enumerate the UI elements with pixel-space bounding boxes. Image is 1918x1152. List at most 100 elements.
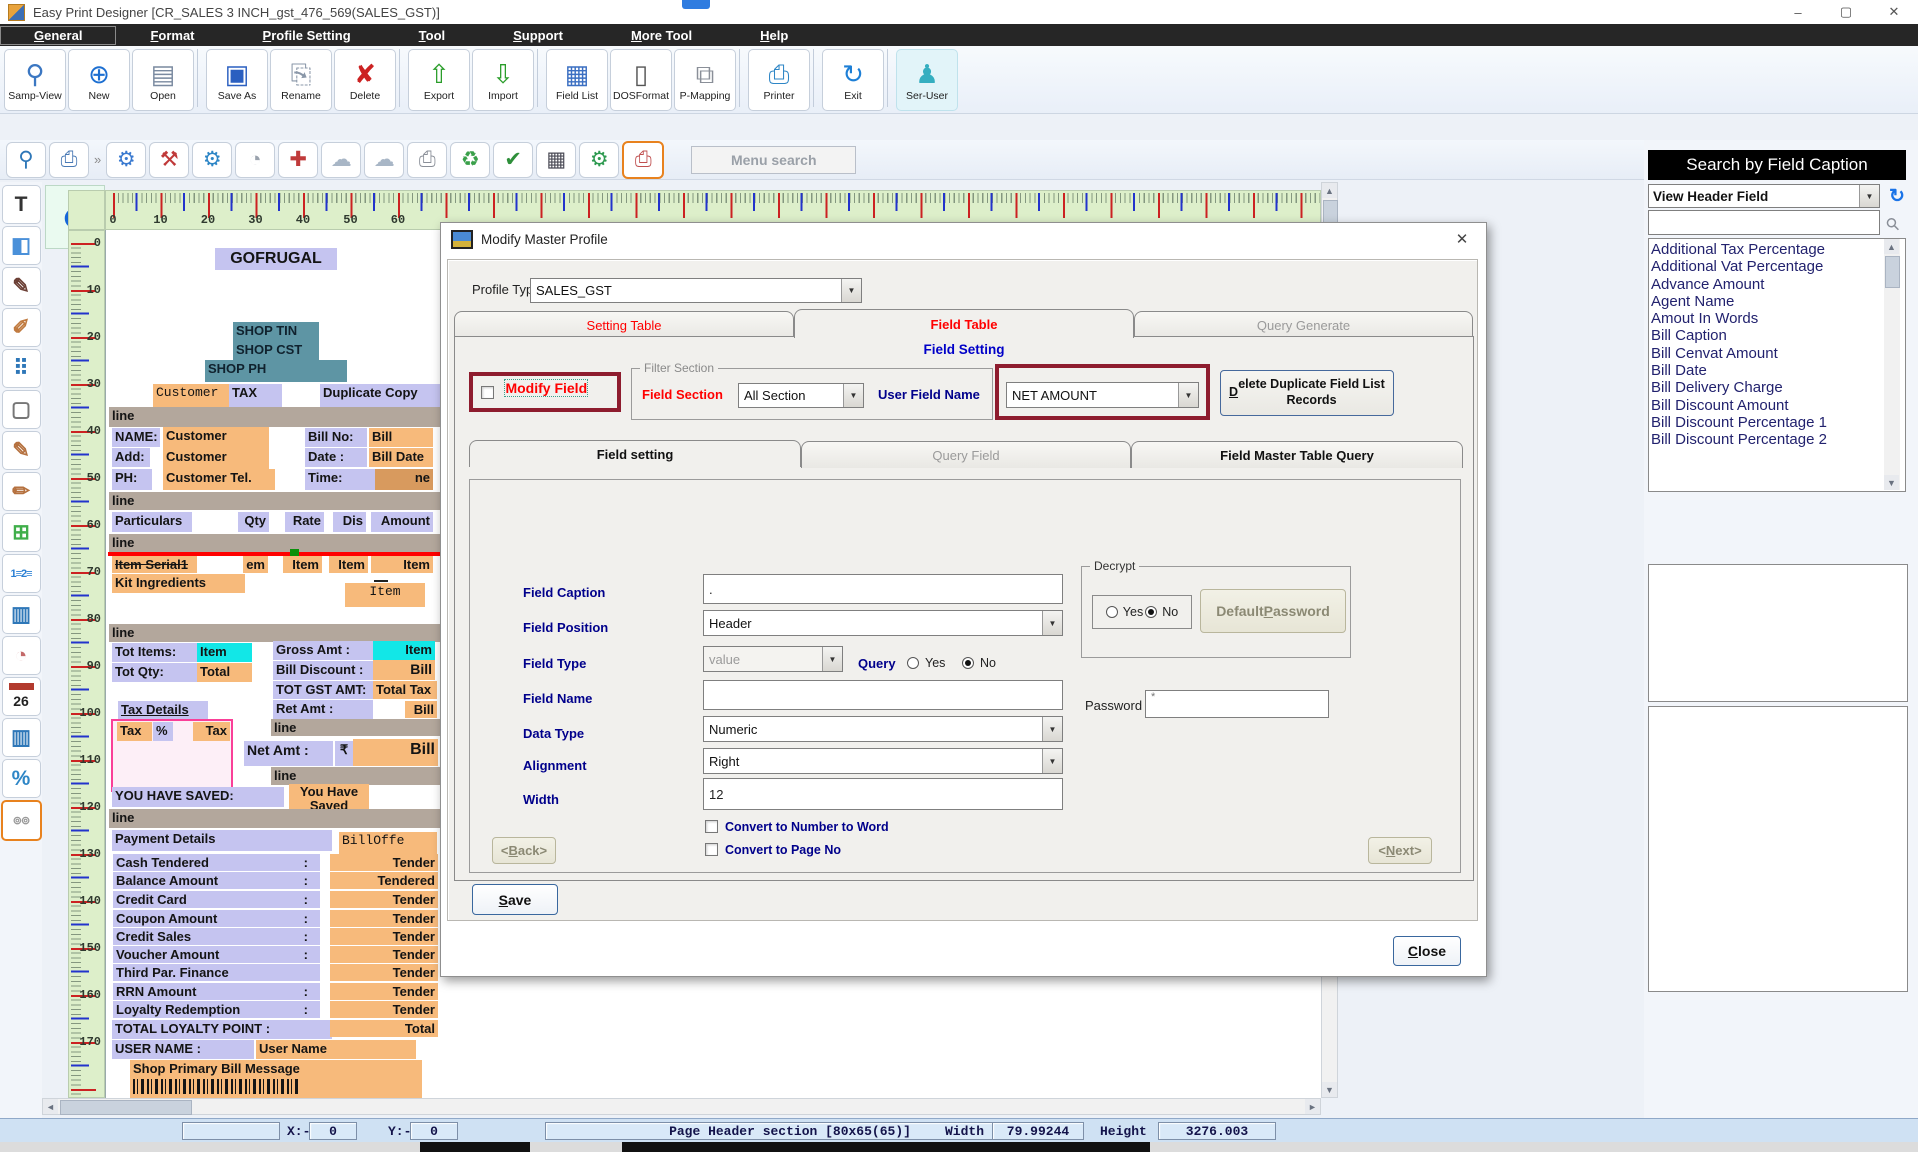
- scroll-right-icon[interactable]: ►: [1305, 1099, 1320, 1114]
- exit-button[interactable]: ↻Exit: [822, 49, 884, 111]
- calendar-tool[interactable]: 26: [2, 677, 41, 716]
- default-password-button[interactable]: Default Password: [1200, 589, 1346, 633]
- menu-profile-setting[interactable]: Profile Setting: [229, 26, 385, 45]
- list-scrollbar[interactable]: ▲ ▼: [1884, 239, 1900, 490]
- scroll-left-icon[interactable]: ◄: [43, 1099, 58, 1114]
- minimize-button[interactable]: –: [1774, 0, 1822, 24]
- field-search-input[interactable]: [1648, 210, 1880, 235]
- tab-field-setting[interactable]: Field setting: [469, 440, 801, 467]
- pos-printer-button[interactable]: ⎙: [407, 142, 447, 178]
- image-add-tool[interactable]: ⊞: [2, 513, 41, 552]
- dots-tool[interactable]: ⠿: [2, 349, 41, 388]
- profile-config-button[interactable]: ⚙: [106, 142, 146, 178]
- coins-tool[interactable]: ⊚⊚: [1, 800, 42, 841]
- field-item-bill-discount-amount[interactable]: Bill Discount Amount: [1651, 397, 1905, 414]
- layout-tool[interactable]: ◧: [2, 226, 41, 265]
- tab-query-field[interactable]: Query Field: [801, 441, 1131, 468]
- back-button[interactable]: <Back>: [492, 837, 556, 864]
- print-design-button[interactable]: ⎙: [49, 142, 89, 178]
- scroll-down-icon[interactable]: ▼: [1322, 1082, 1337, 1097]
- convert-page-no-checkbox[interactable]: [705, 843, 718, 856]
- clock-tool[interactable]: ◔: [2, 636, 41, 675]
- menu-search-input[interactable]: Menu search: [691, 146, 856, 174]
- ser-user-button[interactable]: ♟Ser-User: [896, 49, 958, 111]
- cloud-download-button[interactable]: ☁: [364, 142, 404, 178]
- field-item-bill-caption[interactable]: Bill Caption: [1651, 327, 1905, 344]
- close-button[interactable]: ✕: [1870, 0, 1918, 24]
- horizontal-scrollbar[interactable]: ◄ ►: [42, 1098, 1321, 1115]
- decrypt-yes-radio[interactable]: [1106, 606, 1118, 618]
- menu-tool[interactable]: Tool: [385, 26, 479, 45]
- rename-button[interactable]: ⎘Rename: [270, 49, 332, 111]
- save-button[interactable]: Save: [472, 884, 558, 915]
- field-item-additional-vat-percentage[interactable]: Additional Vat Percentage: [1651, 258, 1905, 275]
- printer-gear-button[interactable]: ⚙: [579, 142, 619, 178]
- printer-sync-button[interactable]: ♻: [450, 142, 490, 178]
- menu-help[interactable]: Help: [726, 26, 822, 45]
- next-button[interactable]: <Next>: [1368, 837, 1432, 864]
- menu-format[interactable]: Format: [116, 26, 228, 45]
- field-name-input[interactable]: [703, 680, 1063, 710]
- tab-setting-table[interactable]: Setting Table: [454, 311, 794, 338]
- field-item-bill-date[interactable]: Bill Date: [1651, 362, 1905, 379]
- field-item-bill-cenvat-amount[interactable]: Bill Cenvat Amount: [1651, 345, 1905, 362]
- field-position-select[interactable]: Header ▼: [703, 610, 1063, 636]
- cloud-upload-button[interactable]: ☁: [321, 142, 361, 178]
- schedule-doc-button[interactable]: ◔: [235, 142, 275, 178]
- menu-general[interactable]: General: [0, 26, 116, 45]
- user-field-name-select[interactable]: NET AMOUNT ▼: [1006, 382, 1199, 408]
- field-item-advance-amount[interactable]: Advance Amount: [1651, 276, 1905, 293]
- convert-number-word-checkbox[interactable]: [705, 820, 718, 833]
- delete-button[interactable]: ✘Delete: [334, 49, 396, 111]
- field-item-additional-tax-percentage[interactable]: Additional Tax Percentage: [1651, 241, 1905, 258]
- field-list-button[interactable]: ▦Field List: [546, 49, 608, 111]
- field-item-bill-delivery-charge[interactable]: Bill Delivery Charge: [1651, 379, 1905, 396]
- field-caption-input[interactable]: .: [703, 574, 1063, 604]
- modify-field-checkbox[interactable]: [481, 386, 494, 399]
- print-preview-button[interactable]: ⚲: [6, 142, 46, 178]
- doc-edit2-tool[interactable]: ✏: [2, 472, 41, 511]
- scroll-down-icon[interactable]: ▼: [1884, 475, 1899, 490]
- p-mapping-button[interactable]: ⧉P-Mapping: [674, 49, 736, 111]
- scroll-thumb[interactable]: [1885, 256, 1900, 288]
- maximize-button[interactable]: ▢: [1822, 0, 1870, 24]
- query-no-radio[interactable]: [962, 657, 974, 669]
- password-input[interactable]: *: [1145, 690, 1329, 718]
- scroll-thumb[interactable]: [60, 1100, 192, 1115]
- numbered-list-tool[interactable]: 1≡2≡: [2, 554, 41, 593]
- alignment-select[interactable]: Right ▼: [703, 748, 1063, 774]
- field-config-button[interactable]: ⚒: [149, 142, 189, 178]
- text-select-tool[interactable]: T: [2, 185, 41, 224]
- tab-field-table[interactable]: Field Table: [794, 309, 1134, 338]
- save-as-button[interactable]: ▣Save As: [206, 49, 268, 111]
- active-printer-button[interactable]: ⎙: [622, 141, 664, 179]
- field-item-bill-discount-percentage-2[interactable]: Bill Discount Percentage 2: [1651, 431, 1905, 448]
- field-item-bill-discount-percentage-1[interactable]: Bill Discount Percentage 1: [1651, 414, 1905, 431]
- tab-field-master-query[interactable]: Field Master Table Query: [1131, 441, 1463, 468]
- percent-tool[interactable]: %: [2, 759, 41, 798]
- doc-edit-tool[interactable]: ✎: [2, 431, 41, 470]
- refresh-icon[interactable]: ↻: [1886, 184, 1908, 208]
- new-button[interactable]: ⊕New: [68, 49, 130, 111]
- export-button[interactable]: ⇧Export: [408, 49, 470, 111]
- scroll-up-icon[interactable]: ▲: [1884, 239, 1899, 254]
- close-dialog-button[interactable]: Close: [1393, 936, 1461, 966]
- menu-more-tool[interactable]: More Tool: [597, 26, 726, 45]
- user-mapping-button[interactable]: ✚: [278, 142, 318, 178]
- verify-button[interactable]: ✔: [493, 142, 533, 178]
- scroll-up-icon[interactable]: ▲: [1322, 183, 1337, 198]
- samp-view-button[interactable]: ⚲Samp-View: [4, 49, 66, 111]
- memory-chip-button[interactable]: ▦: [536, 142, 576, 178]
- query-yes-radio[interactable]: [907, 657, 919, 669]
- view-field-select[interactable]: View Header Field ▼: [1648, 184, 1880, 208]
- list-doc-tool[interactable]: ▥: [2, 595, 41, 634]
- profile-type-select[interactable]: SALES_GST ▼: [530, 278, 862, 303]
- menu-support[interactable]: Support: [479, 26, 597, 45]
- tab-query-generate[interactable]: Query Generate: [1134, 311, 1473, 338]
- page-tool[interactable]: ▢: [2, 390, 41, 429]
- field-item-amout-in-words[interactable]: Amout In Words: [1651, 310, 1905, 327]
- import-button[interactable]: ⇩Import: [472, 49, 534, 111]
- list-number-tool[interactable]: ▥: [2, 718, 41, 757]
- field-item-agent-name[interactable]: Agent Name: [1651, 293, 1905, 310]
- width-input[interactable]: 12: [703, 778, 1063, 810]
